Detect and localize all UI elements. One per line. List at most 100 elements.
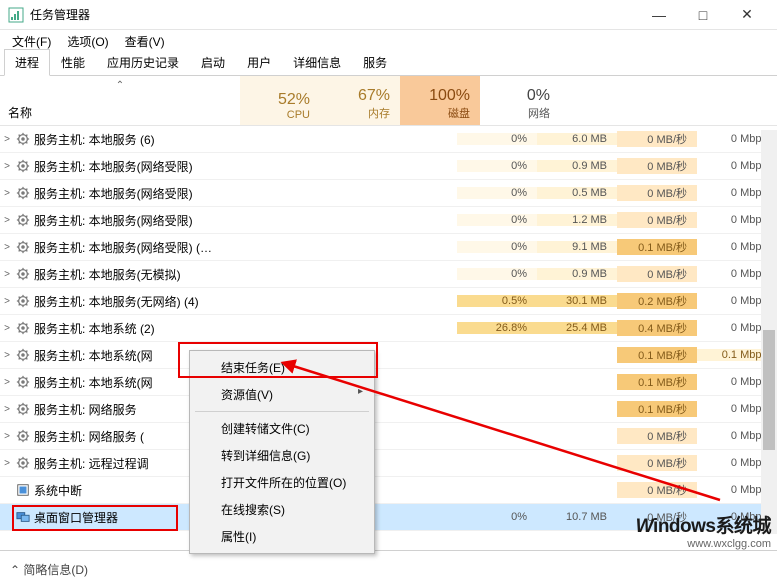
cpu-cell: 0% [457, 133, 537, 145]
process-name: 服务主机: 本地系统 (2) [32, 320, 457, 337]
expand-icon[interactable]: > [0, 296, 14, 307]
col-disk[interactable]: 100% 磁盘 [400, 76, 480, 125]
process-row[interactable]: >服务主机: 网络服务0.1 MB/秒0 Mbps [0, 396, 777, 423]
cpu-cell: 0% [457, 268, 537, 280]
process-row[interactable]: >服务主机: 本地服务(网络受限)0%1.2 MB0 MB/秒0 Mbps [0, 207, 777, 234]
ctx-separator [195, 411, 369, 412]
process-row[interactable]: >服务主机: 本地系统 (2)26.8%25.4 MB0.4 MB/秒0 Mbp… [0, 315, 777, 342]
process-list: >服务主机: 本地服务 (6)0%6.0 MB0 MB/秒0 Mbps>服务主机… [0, 126, 777, 531]
expand-icon[interactable]: > [0, 404, 14, 415]
mem-cell: 0.5 MB [537, 187, 617, 199]
ctx-go-details[interactable]: 转到详细信息(G) [193, 442, 371, 469]
context-menu: 结束任务(E) 资源值(V) 创建转储文件(C) 转到详细信息(G) 打开文件所… [189, 350, 375, 554]
tabs: 进程 性能 应用历史记录 启动 用户 详细信息 服务 [0, 52, 777, 76]
process-row[interactable]: >服务主机: 本地服务(网络受限) (…0%9.1 MB0.1 MB/秒0 Mb… [0, 234, 777, 261]
disk-cell: 0.1 MB/秒 [617, 347, 697, 363]
process-row[interactable]: >服务主机: 本地系统(网0.1 MB/秒0.1 Mbps [0, 342, 777, 369]
process-icon [14, 159, 32, 173]
tab-app-history[interactable]: 应用历史记录 [96, 49, 190, 76]
cpu-cell: 0% [457, 241, 537, 253]
expand-icon[interactable]: > [0, 215, 14, 226]
disk-cell: 0.1 MB/秒 [617, 239, 697, 255]
tab-startup[interactable]: 启动 [190, 49, 236, 76]
expand-icon[interactable]: > [0, 431, 14, 442]
disk-cell: 0 MB/秒 [617, 158, 697, 174]
process-row[interactable]: >服务主机: 本地服务(无网络) (4)0.5%30.1 MB0.2 MB/秒0… [0, 288, 777, 315]
close-button[interactable]: ✕ [725, 0, 769, 30]
process-icon [14, 375, 32, 389]
process-row[interactable]: >服务主机: 本地服务(网络受限)0%0.5 MB0 MB/秒0 Mbps [0, 180, 777, 207]
mem-cell: 1.2 MB [537, 214, 617, 226]
mem-cell: 10.7 MB [537, 511, 617, 523]
process-name: 服务主机: 本地服务(网络受限) [32, 185, 457, 202]
tab-processes[interactable]: 进程 [4, 49, 50, 76]
expand-icon[interactable]: > [0, 188, 14, 199]
ctx-open-location[interactable]: 打开文件所在的位置(O) [193, 469, 371, 496]
process-row[interactable]: 系统中断0 MB/秒0 Mbps [0, 477, 777, 504]
process-icon [14, 348, 32, 362]
process-row[interactable]: >服务主机: 本地服务(无模拟)0%0.9 MB0 MB/秒0 Mbps [0, 261, 777, 288]
ctx-properties[interactable]: 属性(I) [193, 523, 371, 550]
process-name: 服务主机: 本地服务(网络受限) [32, 158, 457, 175]
tab-details[interactable]: 详细信息 [282, 49, 352, 76]
disk-cell: 0.1 MB/秒 [617, 401, 697, 417]
minimize-button[interactable]: — [637, 0, 681, 30]
ctx-end-task[interactable]: 结束任务(E) [193, 354, 371, 381]
expand-icon[interactable]: > [0, 242, 14, 253]
expand-icon[interactable]: > [0, 134, 14, 145]
expand-icon[interactable]: > [0, 323, 14, 334]
footer: 简略信息(D) [0, 550, 777, 588]
ctx-resource-values[interactable]: 资源值(V) [193, 381, 371, 408]
process-icon [14, 456, 32, 470]
process-icon [14, 510, 32, 524]
cpu-cell: 0% [457, 187, 537, 199]
col-name[interactable]: ⌃ 名称 [0, 76, 240, 125]
expand-icon[interactable]: > [0, 269, 14, 280]
cpu-cell: 0% [457, 511, 537, 523]
expand-icon[interactable]: > [0, 161, 14, 172]
mem-cell: 25.4 MB [537, 322, 617, 334]
process-name: 服务主机: 本地服务(无模拟) [32, 266, 457, 283]
disk-cell: 0 MB/秒 [617, 428, 697, 444]
disk-cell: 0.4 MB/秒 [617, 320, 697, 336]
disk-cell: 0 MB/秒 [617, 266, 697, 282]
cpu-cell: 0.5% [457, 295, 537, 307]
maximize-button[interactable]: □ [681, 0, 725, 30]
tab-users[interactable]: 用户 [236, 49, 282, 76]
process-icon [14, 267, 32, 281]
expand-icon[interactable]: > [0, 377, 14, 388]
process-row[interactable]: >服务主机: 本地服务(网络受限)0%0.9 MB0 MB/秒0 Mbps [0, 153, 777, 180]
process-icon [14, 132, 32, 146]
process-row[interactable]: >服务主机: 网络服务 (0 MB/秒0 Mbps [0, 423, 777, 450]
tab-services[interactable]: 服务 [352, 49, 398, 76]
col-network[interactable]: 0% 网络 [480, 76, 560, 125]
app-icon [8, 7, 24, 23]
expand-icon[interactable]: > [0, 458, 14, 469]
process-row[interactable]: >服务主机: 本地服务 (6)0%6.0 MB0 MB/秒0 Mbps [0, 126, 777, 153]
process-row[interactable]: >服务主机: 本地系统(网0.1 MB/秒0 Mbps [0, 369, 777, 396]
disk-cell: 0 MB/秒 [617, 455, 697, 471]
fewer-details-button[interactable]: 简略信息(D) [10, 561, 88, 578]
ctx-create-dump[interactable]: 创建转储文件(C) [193, 415, 371, 442]
disk-cell: 0.1 MB/秒 [617, 374, 697, 390]
watermark: Windows系统城 www.wxclgg.com [636, 511, 771, 550]
mem-cell: 30.1 MB [537, 295, 617, 307]
tab-performance[interactable]: 性能 [50, 49, 96, 76]
process-name: 服务主机: 本地服务(网络受限) (… [32, 239, 457, 256]
process-row[interactable]: >服务主机: 远程过程调0 MB/秒0 Mbps [0, 450, 777, 477]
sort-indicator-icon: ⌃ [116, 80, 124, 91]
process-icon [14, 402, 32, 416]
mem-cell: 0.9 MB [537, 160, 617, 172]
scrollbar-thumb[interactable] [763, 330, 775, 450]
process-icon [14, 294, 32, 308]
col-cpu[interactable]: 52% CPU [240, 76, 320, 125]
disk-cell: 0 MB/秒 [617, 131, 697, 147]
col-memory[interactable]: 67% 内存 [320, 76, 400, 125]
cpu-cell: 0% [457, 160, 537, 172]
process-name: 服务主机: 本地服务(无网络) (4) [32, 293, 457, 310]
ctx-search-online[interactable]: 在线搜索(S) [193, 496, 371, 523]
process-icon [14, 240, 32, 254]
mem-cell: 0.9 MB [537, 268, 617, 280]
scrollbar[interactable] [761, 130, 777, 534]
expand-icon[interactable]: > [0, 350, 14, 361]
